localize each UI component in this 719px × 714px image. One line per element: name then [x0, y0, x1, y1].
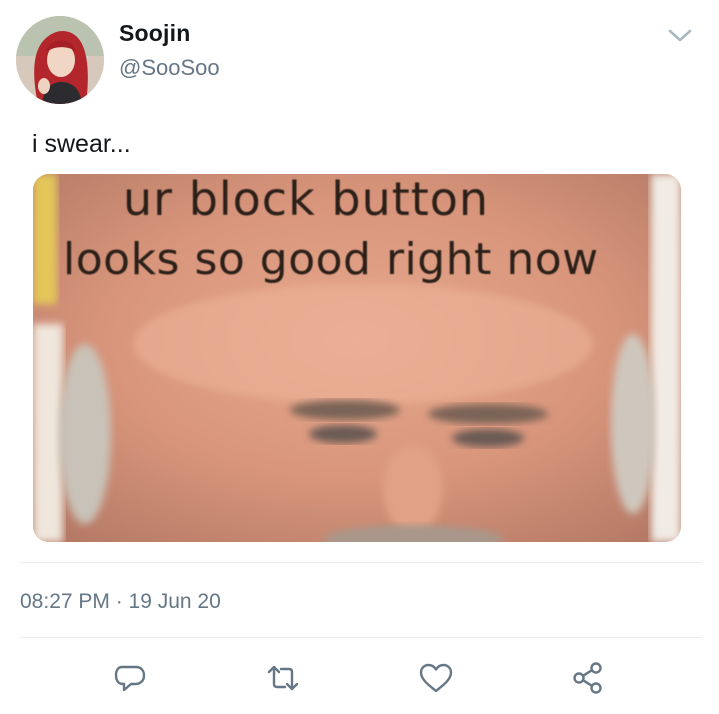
- tweet-media-image[interactable]: ur block button looks so good right now: [33, 174, 681, 542]
- divider: [20, 562, 701, 563]
- meme-image: [33, 174, 681, 542]
- username-handle[interactable]: @SooSoo: [119, 55, 220, 81]
- meme-caption-line-1: ur block button: [123, 174, 490, 226]
- share-icon[interactable]: [570, 660, 606, 696]
- retweet-icon[interactable]: [265, 660, 301, 696]
- meme-caption-line-2: looks so good right now: [63, 234, 599, 285]
- chevron-down-icon[interactable]: [665, 24, 695, 46]
- tweet-text: i swear...: [32, 130, 131, 158]
- display-name[interactable]: Soojin: [119, 20, 190, 47]
- tweet-timestamp[interactable]: 08:27 PM · 19 Jun 20: [20, 590, 221, 614]
- avatar-image: [16, 16, 104, 104]
- avatar[interactable]: [16, 16, 104, 104]
- divider: [20, 637, 701, 638]
- heart-icon[interactable]: [418, 660, 454, 696]
- reply-icon[interactable]: [112, 660, 148, 696]
